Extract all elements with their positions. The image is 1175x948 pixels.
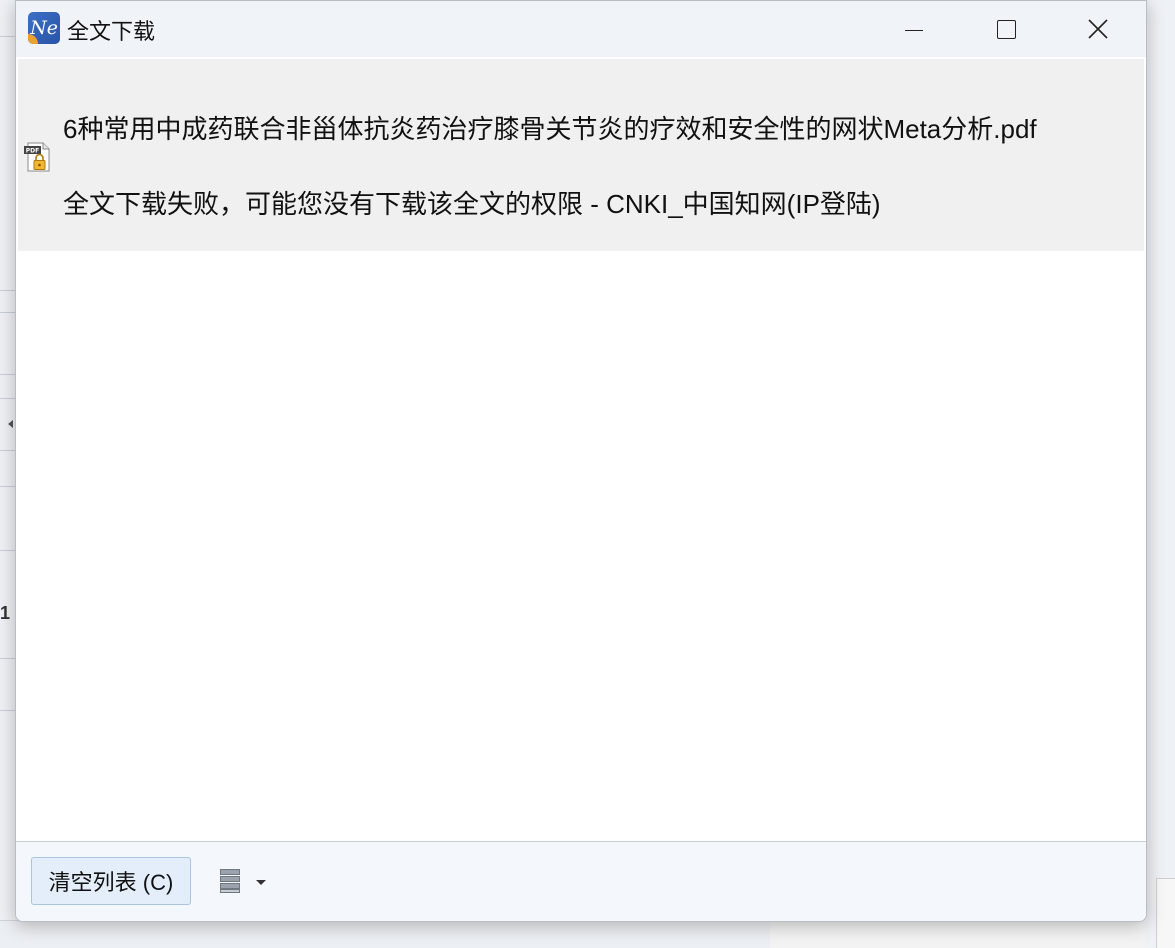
noteexpress-app-icon: Ne xyxy=(28,12,60,44)
background-divider xyxy=(0,312,16,313)
background-partial-text: 1 xyxy=(0,603,11,623)
dialog-footer: 清空列表 (C) xyxy=(16,841,1146,921)
clear-list-button[interactable]: 清空列表 (C) xyxy=(31,857,191,905)
background-divider xyxy=(0,290,16,291)
background-divider xyxy=(0,486,16,487)
close-button[interactable] xyxy=(1052,1,1144,57)
maximize-icon xyxy=(996,19,1016,39)
background-window-edge xyxy=(0,0,16,947)
background-divider xyxy=(0,36,16,37)
background-divider xyxy=(0,550,16,551)
minimize-button[interactable] xyxy=(868,1,960,57)
close-icon xyxy=(1088,19,1108,39)
background-divider xyxy=(0,398,16,399)
download-list: PDF 6种常用中成药联合非甾体抗炎药治疗膝骨关节炎的疗效和安全性的网状Meta… xyxy=(16,57,1146,841)
file-name: 6种常用中成药联合非甾体抗炎药治疗膝骨关节炎的疗效和安全性的网状Meta分析.p… xyxy=(63,114,1037,144)
download-dialog: Ne 全文下载 PDF 6种常用中成药联合非甾体抗炎药治疗膝骨关节炎的疗效和安全… xyxy=(15,0,1147,922)
maximize-button[interactable] xyxy=(960,1,1052,57)
download-status-message: 全文下载失败，可能您没有下载该全文的权限 - CNKI_中国知网(IP登陆) xyxy=(63,189,881,219)
title-bar[interactable]: Ne 全文下载 xyxy=(16,1,1146,57)
server-dropdown-button[interactable] xyxy=(214,867,278,897)
pdf-badge-text: PDF xyxy=(26,148,39,155)
background-bottom-bar xyxy=(0,920,770,948)
background-divider xyxy=(0,658,16,659)
background-window-edge-right xyxy=(1145,0,1175,947)
chevron-down-icon xyxy=(256,879,266,885)
minimize-icon xyxy=(905,29,923,31)
server-icon xyxy=(220,869,242,895)
download-list-item[interactable]: PDF 6种常用中成药联合非甾体抗炎药治疗膝骨关节炎的疗效和安全性的网状Meta… xyxy=(18,59,1144,251)
background-divider xyxy=(0,450,16,451)
window-title: 全文下载 xyxy=(67,19,156,44)
pdf-locked-icon: PDF xyxy=(24,142,50,172)
background-corner-panel xyxy=(1156,878,1175,948)
background-divider xyxy=(0,374,16,375)
background-caret-icon xyxy=(8,420,13,428)
background-divider xyxy=(0,710,16,711)
